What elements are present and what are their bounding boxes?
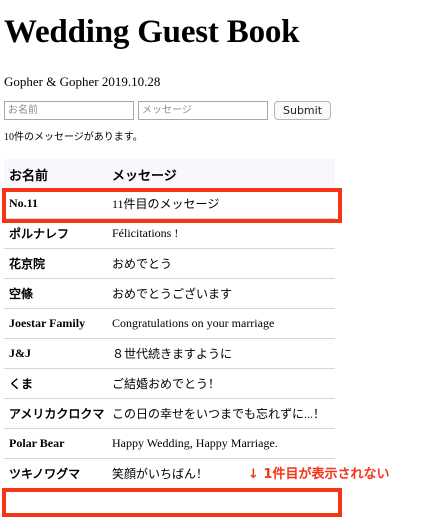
table-row: J&J ８世代続きますように (4, 339, 335, 369)
guest-name: Polar Bear (9, 436, 65, 450)
table-row: ポルナレフ Félicitations ! (4, 219, 335, 249)
table-row: Polar Bear Happy Wedding, Happy Marriage… (4, 429, 335, 459)
table-row: 空條 おめでとうございます (4, 279, 335, 309)
guest-name: アメリカクロクマ (9, 407, 105, 421)
guest-message: Congratulations on your marriage (112, 316, 275, 330)
table-row: くま ご結婚おめでとう！ (4, 369, 335, 399)
guest-name: くま (9, 377, 34, 391)
table-row: アメリカクロクマ この日の幸せをいつまでも忘れずに...！ (4, 399, 335, 429)
page-subtitle: Gopher & Gopher 2019.10.28 (4, 74, 161, 89)
guest-message: ８世代続きますように (112, 347, 233, 361)
guest-name: Joestar Family (9, 316, 86, 330)
guest-message: Félicitations ! (112, 226, 179, 240)
table-row: 花京院 おめでとう (4, 249, 335, 279)
guest-name: 花京院 (9, 257, 46, 271)
guest-message: Happy Wedding, Happy Marriage. (112, 436, 278, 450)
guest-name: 空條 (9, 287, 34, 301)
annotation-label: ↓ 1件目が表示されない (248, 467, 390, 482)
guest-form: Submit (4, 100, 332, 120)
guest-name: J&J (9, 346, 31, 360)
name-input[interactable] (4, 100, 134, 120)
guest-message: おめでとう (112, 257, 173, 271)
submit-button[interactable]: Submit (274, 100, 332, 120)
message-count: 10件のメッセージがあります。 (4, 132, 143, 143)
highlight-box-bottom (2, 488, 342, 517)
table-header: お名前 メッセージ (4, 159, 335, 189)
guest-name: ポルナレフ (9, 227, 70, 241)
guest-name: ツキノワグマ (9, 467, 81, 481)
guest-message: ご結婚おめでとう！ (112, 377, 221, 391)
page-title: Wedding Guest Book (4, 14, 300, 50)
message-input[interactable] (138, 100, 268, 120)
table-row: Joestar Family Congratulations on your m… (4, 309, 335, 339)
guest-message: この日の幸せをいつまでも忘れずに...！ (112, 407, 326, 421)
guest-message: おめでとうございます (112, 287, 233, 301)
header-message: メッセージ (112, 167, 177, 183)
header-name: お名前 (9, 167, 49, 183)
highlight-box-top (2, 188, 342, 223)
